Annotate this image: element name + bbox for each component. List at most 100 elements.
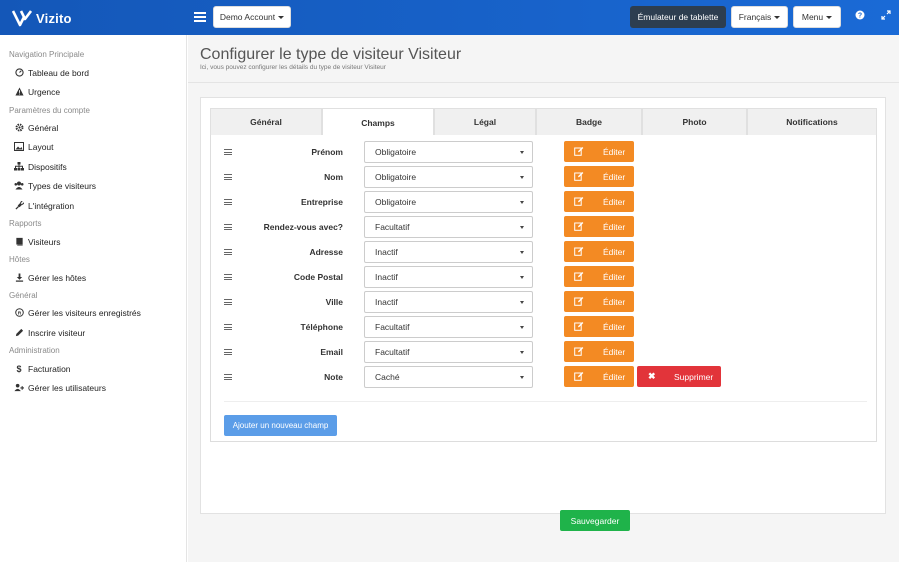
- pencil-icon: [14, 328, 24, 338]
- drag-handle-icon[interactable]: [224, 274, 232, 280]
- sidebar-item-devices[interactable]: Dispositifs: [14, 161, 67, 173]
- tab-legal[interactable]: Légal: [434, 108, 536, 135]
- tab-label: Badge: [576, 117, 602, 127]
- sidebar-item-label: Urgence: [28, 87, 61, 97]
- tab-photo[interactable]: Photo: [642, 108, 747, 135]
- sidebar-item-visitor-types[interactable]: Types de visiteurs: [14, 180, 96, 192]
- field-requirement-select[interactable]: Inactif: [364, 291, 533, 313]
- caret-down-icon: [520, 376, 524, 379]
- tab-notifications[interactable]: Notifications: [747, 108, 877, 135]
- field-requirement-select[interactable]: Caché: [364, 366, 533, 388]
- tab-label: Champs: [361, 117, 395, 128]
- field-requirement-select[interactable]: Facultatif: [364, 341, 533, 363]
- field-requirement-select[interactable]: Obligatoire: [364, 141, 533, 163]
- caret-down-icon: [826, 15, 833, 19]
- edit-label: Éditer: [603, 197, 626, 207]
- language-dropdown[interactable]: Français: [731, 6, 788, 28]
- edit-field-button[interactable]: Éditer: [564, 141, 634, 162]
- sidebar-item-register-visitor[interactable]: Inscrire visiteur: [14, 327, 85, 339]
- field-label: Téléphone: [300, 322, 343, 332]
- sidebar-item-dashboard[interactable]: Tableau de bord: [14, 67, 89, 79]
- add-field-button[interactable]: Ajouter un nouveau champ: [224, 415, 337, 436]
- drag-handle-icon[interactable]: [224, 224, 232, 230]
- account-dropdown[interactable]: Demo Account: [213, 6, 291, 28]
- user-plus-icon: [14, 383, 24, 393]
- field-row: Entreprise Obligatoire Éditer: [211, 191, 878, 213]
- drag-handle-icon[interactable]: [224, 199, 232, 205]
- select-value: Facultatif: [375, 222, 410, 232]
- plug-icon: [14, 200, 24, 211]
- question-icon[interactable]: ?: [853, 10, 867, 24]
- edit-field-button[interactable]: Éditer: [564, 216, 634, 237]
- tab-general[interactable]: Général: [210, 108, 322, 135]
- caret-down-icon: [520, 351, 524, 354]
- field-row: Téléphone Facultatif Éditer: [211, 316, 878, 338]
- save-label: Sauvegarder: [570, 515, 620, 526]
- drag-handle-icon[interactable]: [224, 349, 232, 355]
- sidebar-item-billing[interactable]: $ Facturation: [14, 363, 71, 375]
- field-requirement-select[interactable]: Facultatif: [364, 316, 533, 338]
- expand-icon[interactable]: [879, 10, 893, 24]
- sidebar-item-label: Facturation: [28, 364, 71, 374]
- edit-field-button[interactable]: Éditer: [564, 241, 634, 262]
- edit-label: Éditer: [603, 222, 626, 232]
- field-requirement-select[interactable]: Inactif: [364, 241, 533, 263]
- sidebar-item-registered-visitors[interactable]: R Gérer les visiteurs enregistrés: [14, 307, 141, 319]
- edit-label: Éditer: [603, 372, 626, 382]
- tab-fields[interactable]: Champs: [322, 108, 434, 136]
- edit-icon: [574, 322, 584, 331]
- drag-handle-icon[interactable]: [224, 374, 232, 380]
- field-label: Code Postal: [293, 272, 343, 282]
- caret-down-icon: [520, 201, 524, 204]
- menu-dropdown[interactable]: Menu: [793, 6, 841, 28]
- drag-handle-icon[interactable]: [224, 174, 232, 180]
- sitemap-icon: [14, 162, 24, 172]
- registered-icon: R: [14, 308, 24, 318]
- edit-field-button[interactable]: Éditer: [564, 266, 634, 287]
- field-requirement-select[interactable]: Facultatif: [364, 216, 533, 238]
- edit-field-button[interactable]: Éditer: [564, 166, 634, 187]
- sidebar-item-general[interactable]: Général: [14, 122, 58, 134]
- sidebar-item-manage-users[interactable]: Gérer les utilisateurs: [14, 382, 106, 394]
- edit-field-button[interactable]: Éditer: [564, 341, 634, 362]
- tab-badge[interactable]: Badge: [536, 108, 642, 135]
- edit-field-button[interactable]: Éditer: [564, 316, 634, 337]
- sidebar-item-visitors[interactable]: Visiteurs: [14, 236, 60, 248]
- field-label: Entreprise: [300, 197, 343, 207]
- edit-field-button[interactable]: Éditer: [564, 366, 634, 387]
- field-requirement-select[interactable]: Obligatoire: [364, 191, 533, 213]
- field-label: Note: [324, 372, 343, 382]
- drag-handle-icon[interactable]: [224, 324, 232, 330]
- edit-field-button[interactable]: Éditer: [564, 291, 634, 312]
- delete-field-button[interactable]: ✖ Supprimer: [637, 366, 721, 387]
- select-value: Obligatoire: [375, 147, 417, 157]
- users-icon: [14, 181, 24, 191]
- tablet-emulator-button[interactable]: Émulateur de tablette: [630, 6, 726, 28]
- sidebar-heading: Navigation Principale: [9, 50, 85, 59]
- account-label: Demo Account: [219, 12, 276, 22]
- sidebar-item-label: Gérer les hôtes: [28, 273, 87, 283]
- field-label: Prénom: [311, 147, 343, 157]
- tab-label: Notifications: [786, 117, 838, 127]
- field-requirement-select[interactable]: Inactif: [364, 266, 533, 288]
- sidebar-item-integration[interactable]: L'intégration: [14, 200, 74, 212]
- sidebar-item-manage-hosts[interactable]: Gérer les hôtes: [14, 272, 86, 284]
- sidebar-item-layout[interactable]: Layout: [14, 141, 54, 153]
- gauge-icon: [14, 68, 24, 78]
- drag-handle-icon[interactable]: [224, 149, 232, 155]
- menu-toggle-icon[interactable]: [194, 10, 206, 24]
- caret-down-icon: [520, 251, 524, 254]
- sidebar-item-label: Gérer les visiteurs enregistrés: [28, 308, 141, 318]
- select-value: Obligatoire: [375, 197, 417, 207]
- sidebar-item-emergency[interactable]: Urgence: [14, 86, 60, 98]
- edit-field-button[interactable]: Éditer: [564, 191, 634, 212]
- brand-logo[interactable]: Vizito: [12, 9, 72, 27]
- drag-handle-icon[interactable]: [224, 249, 232, 255]
- edit-label: Éditer: [603, 347, 626, 357]
- edit-label: Éditer: [603, 247, 626, 257]
- caret-down-icon: [520, 276, 524, 279]
- drag-handle-icon[interactable]: [224, 299, 232, 305]
- save-button[interactable]: Sauvegarder: [560, 510, 630, 531]
- field-requirement-select[interactable]: Obligatoire: [364, 166, 533, 188]
- select-value: Inactif: [375, 272, 398, 282]
